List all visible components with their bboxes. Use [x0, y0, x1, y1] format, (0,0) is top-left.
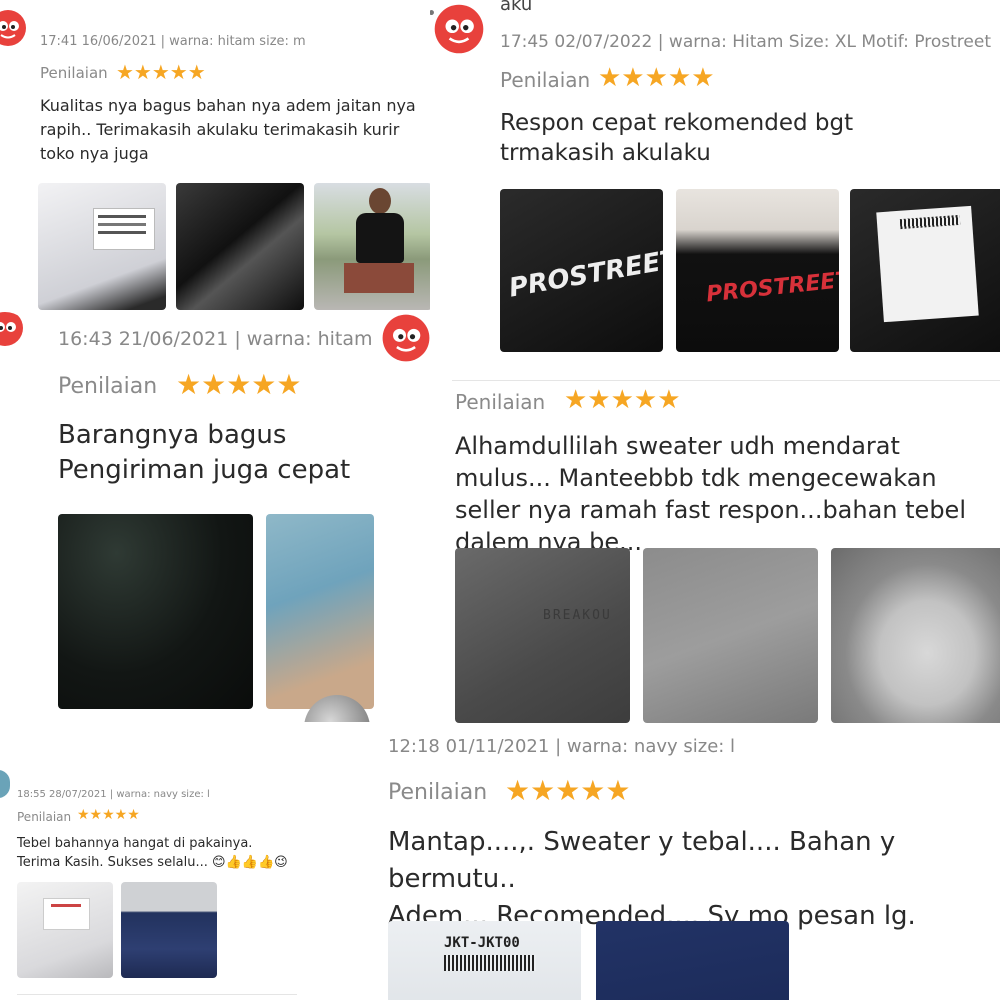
breakout-print: BREAKOU — [543, 608, 612, 623]
review-photo-person-prostreet[interactable]: PROSTREET — [676, 189, 839, 352]
rating-label: Penilaian — [58, 374, 158, 399]
review-card-2: •• aku 17:45 02/07/2022 | warna: Hitam S… — [430, 0, 1000, 362]
review-text: Kualitas nya bagus bahan nya adem jaitan… — [40, 96, 421, 163]
reviewer-avatar[interactable] — [0, 770, 10, 798]
rating-stars: ★★★★★ — [598, 63, 715, 93]
rating-label: Penilaian — [40, 64, 108, 82]
review-text: Mantap....,. Sweater y tebal.... Bahan y… — [388, 827, 916, 931]
card-divider — [17, 994, 297, 995]
review-card-5: 18:55 28/07/2021 | warna: navy size: l P… — [0, 760, 300, 1000]
review-photo-black-sweater[interactable] — [58, 514, 253, 709]
review-photo-shipping-label[interactable]: JKT-JKT00 — [388, 921, 581, 1000]
review-meta: 18:55 28/07/2021 | warna: navy size: l — [17, 789, 210, 800]
review-photo-package[interactable] — [38, 183, 166, 310]
review-photo-blue-plastic[interactable] — [266, 514, 374, 709]
card-divider — [452, 380, 1000, 381]
review-text: Tebel bahannya hangat di pakainya. Terim… — [17, 836, 288, 870]
review-text: Alhamdullilah sweater udh mendarat mulus… — [455, 432, 974, 556]
review-text: Barangnya bagus Pengiriman juga cepat — [58, 420, 351, 485]
reviewer-avatar[interactable] — [0, 312, 28, 352]
review-photo-package[interactable] — [17, 882, 113, 978]
review-photo-navy-fabric[interactable] — [596, 921, 789, 1000]
rating-label: Penilaian — [388, 780, 488, 805]
review-card-6: 12:18 01/11/2021 | warna: navy size: l P… — [375, 734, 1000, 1000]
rating-stars: ★★★★★ — [176, 368, 302, 401]
reviewer-avatar[interactable] — [380, 312, 430, 364]
mascot-avatar-icon — [0, 10, 26, 46]
review-card-4: Penilaian ★★★★★ Alhamdullilah sweater ud… — [430, 362, 1000, 734]
review-photo-grey-fabric[interactable] — [643, 548, 818, 723]
review-meta: 17:45 02/07/2022 | warna: Hitam Size: XL… — [500, 32, 992, 52]
mascot-avatar-icon — [434, 4, 484, 54]
rating-label: Penilaian — [17, 810, 72, 824]
reviewer-avatar[interactable] — [0, 8, 28, 48]
review-photo-inner-fleece[interactable] — [831, 548, 1000, 723]
rating-stars: ★★★★★ — [564, 385, 681, 415]
review-card-3: 16:43 21/06/2021 | warna: hitam s Penila… — [0, 312, 430, 722]
reviewer-avatar[interactable] — [432, 2, 486, 56]
rating-stars: ★★★★★ — [505, 774, 631, 807]
rating-label: Penilaian — [500, 68, 591, 92]
review-photo-navy-sweaters[interactable] — [121, 882, 217, 978]
review-meta: 17:41 16/06/2021 | warna: hitam size: m — [40, 34, 306, 49]
more-options-icon[interactable]: •• — [430, 6, 436, 22]
review-card-1: 17:41 16/06/2021 | warna: hitam size: m … — [0, 0, 440, 318]
rating-stars: ★★★★★ — [77, 807, 140, 823]
prostreet-print: PROSTREET — [705, 267, 839, 308]
review-meta: 12:18 01/11/2021 | warna: navy size: l — [388, 736, 736, 757]
shipping-code: JKT-JKT00 — [444, 935, 520, 951]
review-photo-black-fabric[interactable] — [176, 183, 304, 310]
review-photo-breakout-shirt[interactable]: BREAKOU — [455, 548, 630, 723]
rating-label: Penilaian — [455, 390, 546, 414]
review-meta: 16:43 21/06/2021 | warna: hitam s — [58, 328, 376, 350]
reviewer-name: aku — [500, 0, 533, 15]
rating-stars: ★★★★★ — [116, 60, 206, 84]
mascot-avatar-icon — [0, 312, 23, 346]
review-text: Respon cepat rekomended bgt trmakasih ak… — [500, 110, 861, 166]
mascot-avatar-icon — [382, 314, 430, 362]
prostreet-print: PROSTREET — [506, 244, 663, 304]
review-photo-person-wearing[interactable] — [314, 183, 432, 310]
review-photo-shipping-label[interactable] — [850, 189, 1000, 352]
review-photo-prostreet-shirt[interactable]: PROSTREET — [500, 189, 663, 352]
